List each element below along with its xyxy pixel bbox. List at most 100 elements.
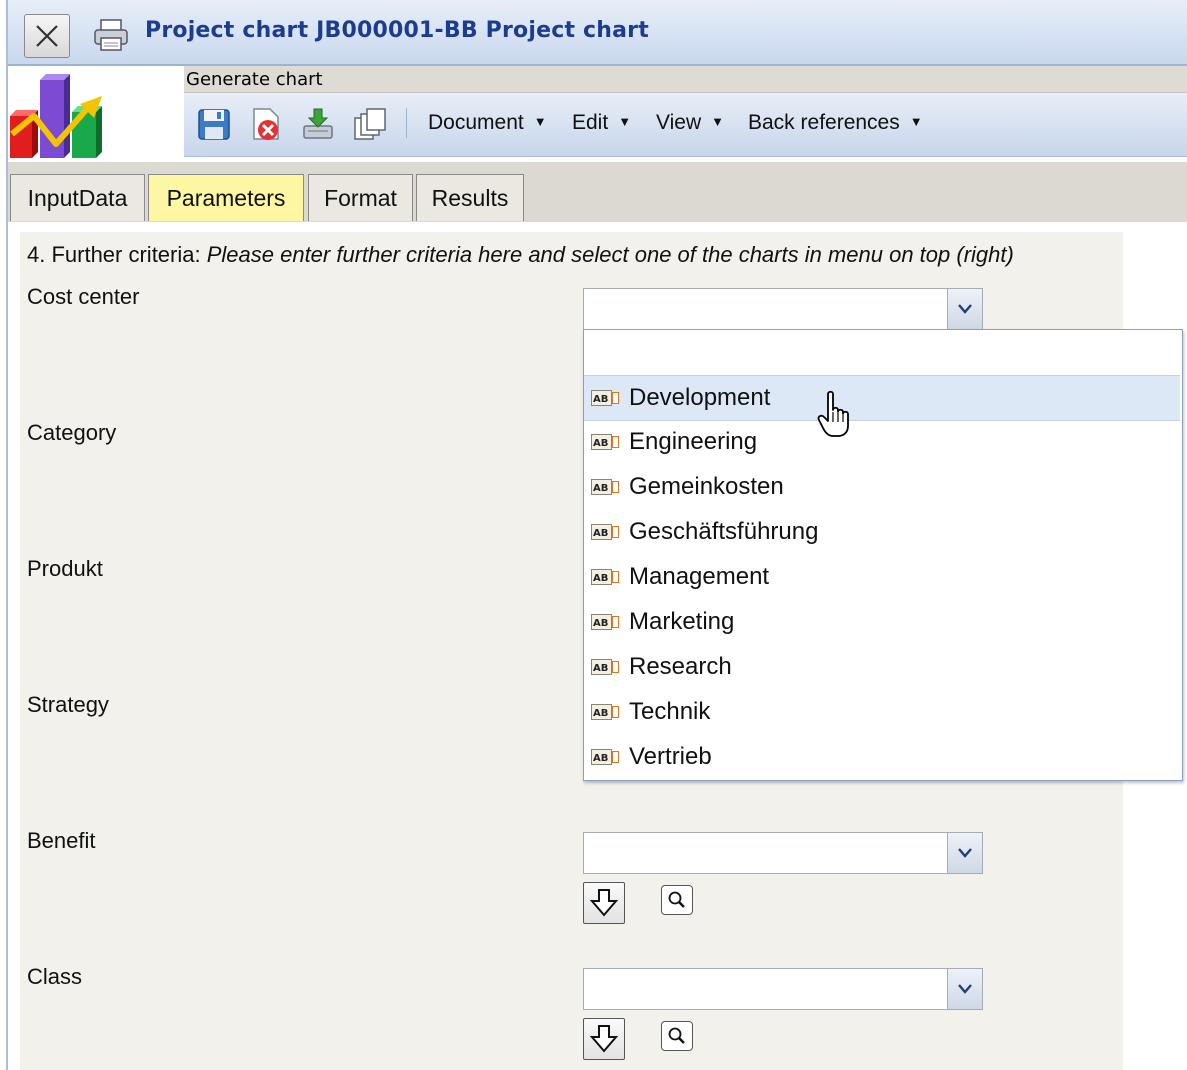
svg-text:AB: AB	[593, 528, 608, 539]
chevron-down-icon	[958, 848, 972, 858]
svg-text:AB: AB	[593, 394, 608, 405]
chevron-down-icon	[958, 304, 972, 314]
chevron-down-icon: ▼	[711, 114, 725, 129]
svg-text:AB: AB	[593, 753, 608, 764]
produkt-label: Produkt	[27, 556, 103, 581]
benefit-add-button[interactable]	[583, 882, 625, 924]
class-search-button[interactable]	[661, 1021, 693, 1051]
menu-view-label: View	[656, 111, 702, 134]
dropdown-option-label: Geschäftsführung	[629, 518, 819, 545]
class-add-button[interactable]	[583, 1018, 625, 1060]
benefit-combobox[interactable]	[583, 832, 983, 874]
dropdown-empty-option[interactable]	[584, 330, 1182, 374]
close-icon	[36, 25, 58, 47]
svg-text:AB: AB	[593, 573, 608, 584]
dropdown-option-label: Engineering	[629, 428, 758, 455]
download-tray-icon	[303, 108, 333, 139]
copy-button[interactable]	[352, 106, 388, 142]
strategy-label: Strategy	[27, 692, 109, 717]
text-field-icon: AB	[591, 569, 619, 585]
dropdown-option[interactable]: AB Gemeinkosten	[584, 465, 1180, 509]
class-dropdown-button[interactable]	[947, 969, 982, 1009]
save-button[interactable]	[196, 106, 232, 142]
dropdown-option[interactable]: AB Marketing	[584, 600, 1180, 644]
criteria-hint: Please enter further criteria here and s…	[206, 242, 1014, 267]
window-title: Project chart JB000001-BB Project chart	[145, 18, 649, 43]
tab-format[interactable]: Format	[308, 174, 413, 221]
print-button[interactable]	[92, 18, 132, 52]
svg-text:AB: AB	[593, 618, 608, 629]
svg-text:AB: AB	[593, 483, 608, 494]
tab-parameters[interactable]: Parameters	[148, 174, 304, 221]
title-bar: Project chart JB000001-BB Project chart	[8, 0, 1187, 66]
benefit-label: Benefit	[27, 828, 96, 853]
toolbar: Document ▼ Edit ▼ View ▼ Back references ▼	[184, 93, 1187, 157]
menu-edit-label: Edit	[572, 111, 609, 134]
class-label: Class	[27, 964, 83, 989]
dropdown-option-label: Research	[629, 653, 732, 680]
dropdown-option-label: Development	[629, 384, 771, 411]
dropdown-option-label: Vertrieb	[629, 743, 712, 770]
cost-center-dropdown-list: AB Development AB Engineering AB Gemeinkosten…	[583, 329, 1183, 781]
close-button[interactable]	[24, 14, 70, 58]
hand-cursor-icon	[817, 390, 849, 437]
floppy-disk-icon	[198, 109, 230, 140]
category-label: Category	[27, 420, 117, 445]
delete-document-button[interactable]	[248, 106, 284, 142]
document-delete-icon	[253, 108, 279, 140]
cost-center-combobox[interactable]	[583, 288, 983, 330]
cost-center-dropdown-button[interactable]	[947, 289, 982, 329]
menu-view[interactable]: View ▼	[656, 111, 724, 135]
generate-strip: Generate chart	[184, 66, 1187, 93]
window-left-border	[0, 0, 8, 1070]
import-button[interactable]	[300, 106, 336, 142]
tab-inputdata[interactable]: InputData	[10, 174, 145, 221]
text-field-icon: AB	[591, 749, 619, 765]
text-field-icon: AB	[591, 479, 619, 495]
dropdown-option[interactable]: AB Geschäftsführung	[584, 510, 1180, 554]
dropdown-option-label: Technik	[629, 698, 711, 725]
cost-center-label: Cost center	[27, 284, 140, 309]
copy-pages-icon	[354, 108, 386, 140]
svg-text:AB: AB	[593, 708, 608, 719]
dropdown-option-label: Management	[629, 563, 770, 590]
bar-chart-logo-icon	[10, 74, 102, 158]
menu-edit[interactable]: Edit ▼	[572, 111, 631, 135]
tab-results[interactable]: Results	[416, 174, 524, 221]
dropdown-option-label: Gemeinkosten	[629, 473, 784, 500]
dropdown-option[interactable]: AB Technik	[584, 690, 1180, 734]
chevron-down-icon: ▼	[533, 114, 547, 129]
text-field-icon: AB	[591, 614, 619, 630]
dropdown-option[interactable]: AB Engineering	[584, 420, 1180, 464]
text-field-icon: AB	[591, 434, 619, 450]
text-field-icon: AB	[591, 659, 619, 675]
menu-back-references-label: Back references	[748, 111, 900, 134]
magnifier-icon	[668, 1027, 685, 1044]
class-combobox[interactable]	[583, 968, 983, 1010]
dropdown-option[interactable]: AB Research	[584, 645, 1180, 689]
dropdown-option[interactable]: AB Management	[584, 555, 1180, 599]
further-criteria-text: 4. Further criteria: Please enter furthe…	[27, 242, 1014, 268]
menu-document[interactable]: Document ▼	[428, 111, 547, 135]
svg-text:AB: AB	[593, 663, 608, 674]
toolbar-separator	[406, 108, 407, 138]
magnifier-icon	[668, 891, 685, 908]
arrow-down-icon	[590, 889, 618, 917]
dropdown-option-label: Marketing	[629, 608, 735, 635]
menu-back-references[interactable]: Back references ▼	[748, 111, 923, 135]
chevron-down-icon: ▼	[618, 114, 632, 129]
svg-text:AB: AB	[593, 438, 608, 449]
dropdown-option[interactable]: AB Vertrieb	[584, 735, 1180, 779]
chart-logo	[8, 66, 184, 162]
dropdown-option[interactable]: AB Development	[584, 375, 1180, 421]
tab-bar: InputData Parameters Format Results	[8, 162, 1187, 222]
arrow-down-icon	[590, 1025, 618, 1053]
generate-chart-label[interactable]: Generate chart	[186, 69, 323, 90]
chevron-down-icon	[958, 984, 972, 994]
menu-document-label: Document	[428, 111, 524, 134]
benefit-dropdown-button[interactable]	[947, 833, 982, 873]
text-field-icon: AB	[591, 704, 619, 720]
benefit-search-button[interactable]	[661, 885, 693, 915]
text-field-icon: AB	[591, 524, 619, 540]
printer-icon	[94, 19, 128, 51]
